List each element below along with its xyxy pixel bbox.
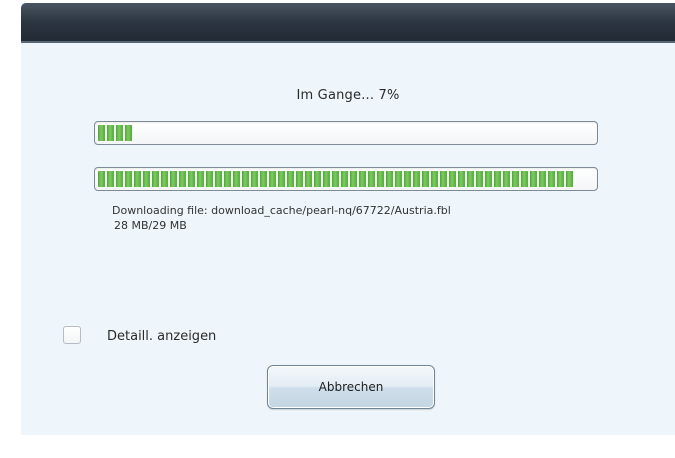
dialog-titlebar[interactable] (21, 3, 675, 43)
file-progress-bar (94, 167, 598, 191)
download-size-label: 28 MB/29 MB (114, 219, 187, 232)
cancel-button[interactable]: Abbrechen (267, 365, 435, 409)
show-details-checkbox[interactable] (63, 326, 81, 344)
overall-progress-fill (98, 125, 133, 141)
show-details-label: Detaill. anzeigen (107, 329, 217, 344)
status-text: Im Gange... 7% (296, 88, 400, 103)
download-dialog: Im Gange... 7% Downloading file: downloa… (21, 3, 675, 435)
downloading-file-label: Downloading file: download_cache/pearl-n… (112, 204, 451, 217)
overall-progress-bar (94, 121, 598, 145)
file-progress-fill (98, 171, 575, 187)
page: Im Gange... 7% Downloading file: downloa… (0, 0, 675, 458)
file-info: Downloading file: download_cache/pearl-n… (112, 203, 451, 233)
